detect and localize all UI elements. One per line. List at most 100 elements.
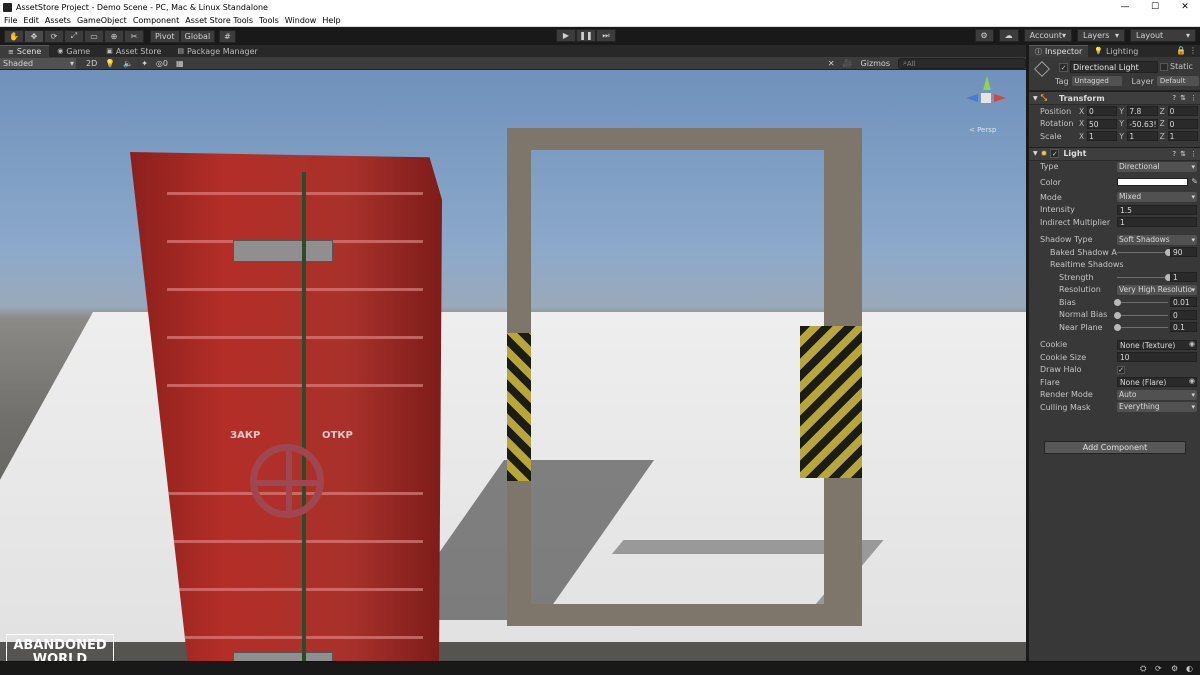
scale-x-field[interactable]: 1 — [1087, 131, 1118, 141]
menu-window[interactable]: Window — [285, 16, 317, 25]
static-checkbox[interactable] — [1160, 63, 1168, 71]
custom-tool-icon[interactable]: ✂ — [124, 29, 144, 43]
baked-shadow-angle-field[interactable]: 90 — [1170, 247, 1197, 257]
tab-inspector[interactable]: ⓘ Inspector — [1029, 45, 1089, 57]
audio-toggle-icon[interactable]: 🔈 — [119, 59, 137, 68]
effects-toggle-icon[interactable]: ✦ — [137, 59, 152, 68]
slider-knob[interactable] — [1114, 311, 1121, 319]
minimize-button[interactable]: — — [1110, 0, 1140, 14]
light-color-swatch[interactable] — [1117, 178, 1188, 186]
settings-gear-icon[interactable]: ⚙ — [1171, 664, 1178, 673]
maximize-button[interactable]: ☐ — [1140, 0, 1170, 14]
normal-bias-slider[interactable] — [1114, 311, 1168, 319]
light-enabled-checkbox[interactable]: ✓ — [1050, 149, 1060, 158]
shadow-type-dropdown[interactable]: Soft Shadows — [1117, 234, 1197, 245]
intensity-field[interactable]: 1.5 — [1117, 204, 1197, 215]
services-gear-icon[interactable]: ⚙ — [974, 29, 994, 42]
draw-halo-checkbox[interactable]: ✓ — [1117, 365, 1125, 374]
menu-file[interactable]: File — [4, 16, 17, 25]
strength-field[interactable]: 1 — [1170, 272, 1197, 282]
tab-game[interactable]: ◉ Game — [49, 45, 98, 57]
collab-icon[interactable]: ⛭ — [1140, 664, 1146, 674]
scene-search-input[interactable]: ⌕ All — [898, 58, 1026, 69]
tag-dropdown[interactable]: Untagged — [1071, 76, 1122, 86]
door-frame-model[interactable] — [507, 128, 862, 626]
pause-button[interactable]: ❚❚ — [576, 29, 596, 42]
add-component-button[interactable]: Add Component — [1044, 441, 1186, 454]
render-mode-dropdown[interactable]: Auto — [1117, 389, 1197, 400]
layer-dropdown[interactable]: Default — [1156, 76, 1199, 86]
close-button[interactable]: ✕ — [1170, 0, 1200, 14]
object-picker-icon[interactable]: ◉ — [1189, 377, 1195, 385]
gizmos-dropdown[interactable]: Gizmos — [857, 59, 894, 68]
help-icon[interactable]: ? — [1172, 150, 1176, 158]
foldout-arrow-icon[interactable]: ▼ — [1033, 95, 1038, 102]
debug-mode-icon[interactable]: ◐ — [1186, 664, 1193, 673]
light-header[interactable]: ▼ ✹ ✓ Light ? ⇅ ⋮ — [1029, 146, 1200, 161]
transform-tool-icon[interactable]: ⊕ — [104, 29, 124, 43]
strength-slider[interactable] — [1117, 274, 1172, 281]
baked-shadow-angle-slider[interactable] — [1117, 249, 1172, 256]
menu-help[interactable]: Help — [322, 16, 340, 25]
active-checkbox[interactable]: ✓ — [1059, 63, 1068, 72]
rotation-y-field[interactable]: -50.63! — [1127, 118, 1158, 129]
scale-y-field[interactable]: 1 — [1127, 131, 1158, 141]
orientation-gizmo[interactable]: < Persp — [966, 76, 1006, 138]
context-menu-icon[interactable]: ⋮ — [1190, 94, 1197, 102]
grid-toggle-icon[interactable]: ▦ — [172, 59, 188, 68]
persp-label[interactable]: < Persp — [969, 126, 996, 134]
grid-snap-icon[interactable]: # — [219, 29, 236, 43]
near-plane-slider[interactable] — [1114, 324, 1168, 331]
object-name-field[interactable]: Directional Light — [1070, 61, 1158, 73]
refresh-icon[interactable]: ⟳ — [1155, 664, 1162, 673]
lighting-toggle-icon[interactable]: 💡 — [101, 59, 119, 68]
near-plane-field[interactable]: 0.1 — [1170, 322, 1197, 332]
layers-dropdown[interactable]: Layers ▾ — [1077, 29, 1125, 42]
object-picker-icon[interactable]: ◉ — [1189, 340, 1195, 348]
menu-edit[interactable]: Edit — [23, 16, 39, 25]
context-menu-icon[interactable]: ⋮ — [1190, 150, 1197, 158]
menu-gameobject[interactable]: GameObject — [77, 16, 127, 25]
normal-bias-field[interactable]: 0 — [1170, 309, 1197, 320]
tab-asset-store[interactable]: ▣ Asset Store — [98, 45, 169, 57]
cloud-icon[interactable]: ☁ — [998, 29, 1019, 42]
hidden-objects-icon[interactable]: ◎0 — [152, 59, 172, 68]
tab-lighting[interactable]: 💡 Lighting — [1088, 45, 1144, 57]
preset-icon[interactable]: ⇅ — [1180, 150, 1186, 158]
pivot-button[interactable]: Pivot — [150, 29, 180, 43]
flare-field[interactable]: None (Flare) — [1117, 377, 1197, 387]
tools-icon[interactable]: ✕ — [824, 59, 839, 68]
z-axis-icon[interactable] — [966, 94, 978, 102]
rect-tool-icon[interactable]: ▭ — [84, 29, 104, 43]
global-button[interactable]: Global — [179, 29, 216, 43]
2d-toggle[interactable]: 2D — [82, 59, 101, 68]
cookie-field[interactable]: None (Texture) — [1117, 339, 1197, 350]
bias-field[interactable]: 0.01 — [1170, 297, 1197, 307]
resolution-dropdown[interactable]: Very High Resolutio — [1117, 284, 1197, 295]
scale-z-field[interactable]: 1 — [1167, 131, 1198, 141]
indirect-multiplier-field[interactable]: 1 — [1117, 217, 1197, 227]
rotate-tool-icon[interactable]: ⟳ — [44, 29, 64, 43]
menu-tools[interactable]: Tools — [259, 16, 279, 25]
rotation-z-field[interactable]: 0 — [1167, 118, 1198, 129]
menu-asset-store-tools[interactable]: Asset Store Tools — [185, 16, 253, 25]
bias-slider[interactable] — [1114, 299, 1168, 306]
transform-header[interactable]: ▼ ⤡ Transform ? ⇅ ⋮ — [1029, 91, 1200, 105]
position-x-field[interactable]: 0 — [1087, 106, 1118, 116]
lock-icon[interactable]: 🔒 — [1176, 46, 1186, 55]
gizmo-center-icon[interactable] — [981, 93, 991, 103]
scene-viewport[interactable]: ЗАКР ОТКР < Persp ABANDONED WORLD — [0, 70, 1026, 661]
cookie-size-field[interactable]: 10 — [1117, 352, 1197, 362]
rotation-x-field[interactable]: 50 — [1087, 118, 1118, 129]
menu-component[interactable]: Component — [133, 16, 179, 25]
scale-tool-icon[interactable]: ⤢ — [64, 29, 84, 43]
culling-mask-dropdown[interactable]: Everything — [1117, 402, 1197, 412]
slider-knob[interactable] — [1114, 324, 1121, 331]
x-axis-icon[interactable] — [994, 94, 1006, 102]
position-z-field[interactable]: 0 — [1167, 106, 1198, 116]
position-y-field[interactable]: 7.8 — [1127, 106, 1158, 116]
hand-tool-icon[interactable]: ✋ — [4, 29, 24, 43]
menu-assets[interactable]: Assets — [45, 16, 71, 25]
step-button[interactable]: ⏭ — [596, 29, 616, 42]
light-mode-dropdown[interactable]: Mixed — [1117, 192, 1197, 202]
